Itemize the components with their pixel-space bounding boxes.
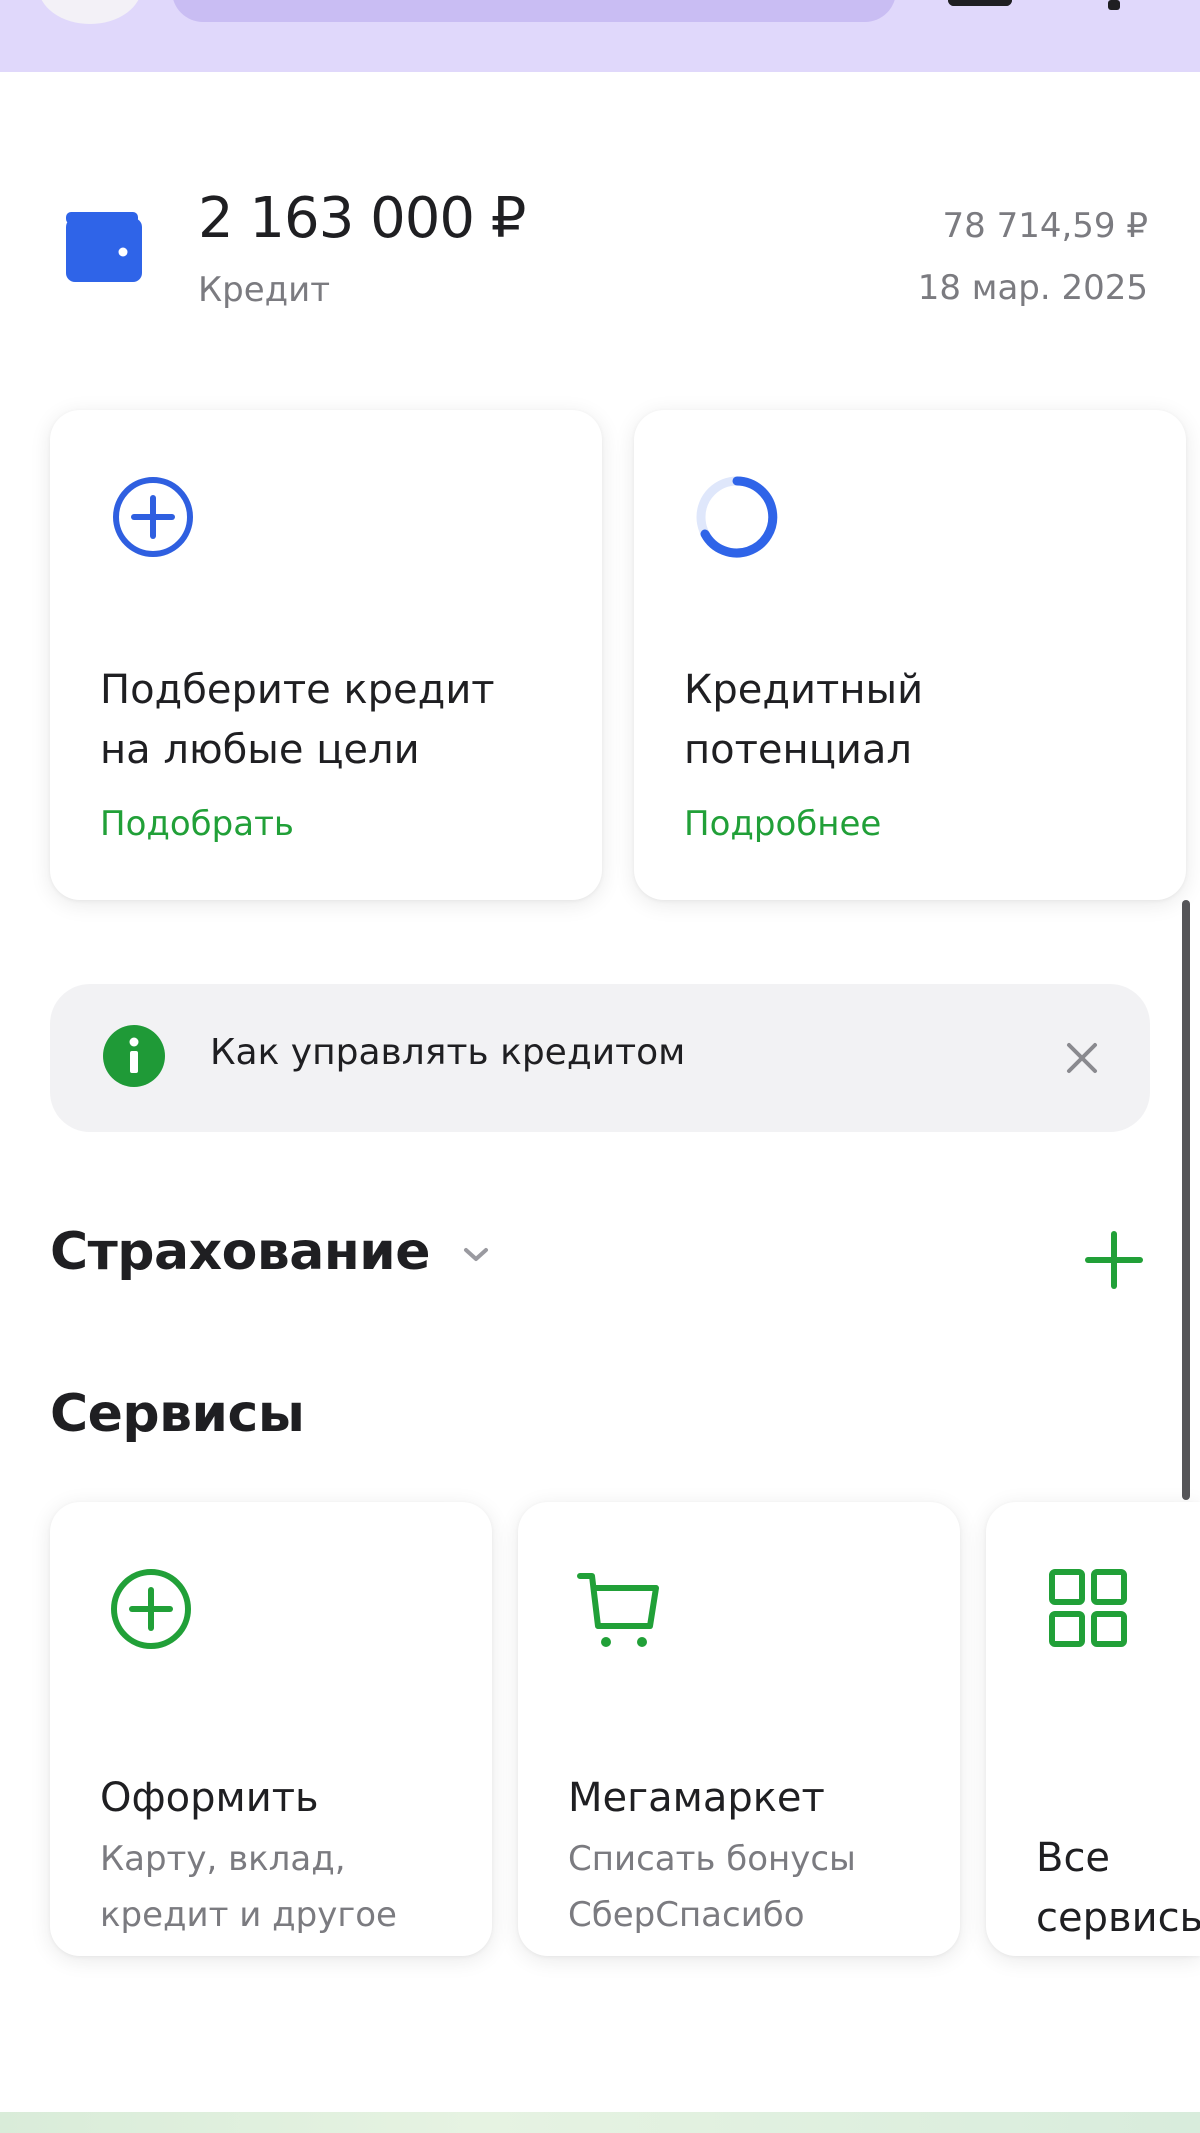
search-input[interactable] xyxy=(172,0,896,22)
service-subtitle: кредит и другое xyxy=(100,1895,397,1935)
card-title: Кредитный xyxy=(684,667,924,713)
wallet-icon xyxy=(66,212,142,282)
card-title: Подберите кредит xyxy=(100,667,495,713)
cart-icon xyxy=(577,1573,659,1647)
plus-circle-icon xyxy=(111,1569,191,1649)
info-icon xyxy=(103,1025,165,1087)
credit-amount: 2 163 000 ₽ xyxy=(198,186,526,251)
plus-icon[interactable] xyxy=(1082,1228,1146,1292)
service-subtitle: СберСпасибо xyxy=(568,1895,805,1935)
info-banner[interactable]: Как управлять кредитом xyxy=(50,984,1150,1132)
pick-credit-card[interactable]: Подберите кредит на любые цели Подобрать xyxy=(50,410,602,900)
grid-icon xyxy=(1049,1569,1127,1647)
credit-payment: 78 714,59 ₽ xyxy=(942,206,1148,246)
avatar[interactable] xyxy=(38,0,142,24)
bottom-nav-bar xyxy=(0,2112,1200,2133)
card-title: на любые цели xyxy=(100,727,420,773)
service-card-apply[interactable]: Оформить Карту, вклад, кредит и другое xyxy=(50,1502,492,1956)
top-bar xyxy=(0,0,1200,72)
close-icon[interactable] xyxy=(1060,1036,1104,1080)
service-title: Оформить xyxy=(100,1775,319,1821)
service-card-all[interactable]: Все сервисы xyxy=(986,1502,1200,1956)
service-card-megamarket[interactable]: Мегамаркет Списать бонусы СберСпасибо xyxy=(518,1502,960,1956)
banner-text: Как управлять кредитом xyxy=(210,1032,686,1073)
service-title: Все xyxy=(1036,1835,1111,1881)
notification-icon[interactable] xyxy=(1108,0,1120,10)
scrollbar[interactable] xyxy=(1182,900,1190,1500)
credit-potential-link[interactable]: Подробнее xyxy=(684,804,881,844)
credit-potential-card[interactable]: Кредитный потенциал Подробнее xyxy=(634,410,1186,900)
service-title: сервисы xyxy=(1036,1895,1200,1941)
chevron-down-icon[interactable] xyxy=(460,1244,492,1266)
message-icon[interactable] xyxy=(948,0,1012,6)
credit-date: 18 мар. 2025 xyxy=(917,268,1148,308)
plus-circle-icon xyxy=(113,477,193,557)
services-title: Сервисы xyxy=(50,1384,305,1444)
card-title: потенциал xyxy=(684,727,912,773)
service-subtitle: Карту, вклад, xyxy=(100,1839,346,1879)
insurance-title[interactable]: Страхование xyxy=(50,1222,431,1282)
credit-label: Кредит xyxy=(198,270,331,310)
service-title: Мегамаркет xyxy=(568,1775,825,1821)
pick-credit-link[interactable]: Подобрать xyxy=(100,804,294,844)
service-subtitle: Списать бонусы xyxy=(568,1839,856,1879)
progress-ring-icon xyxy=(696,476,778,558)
